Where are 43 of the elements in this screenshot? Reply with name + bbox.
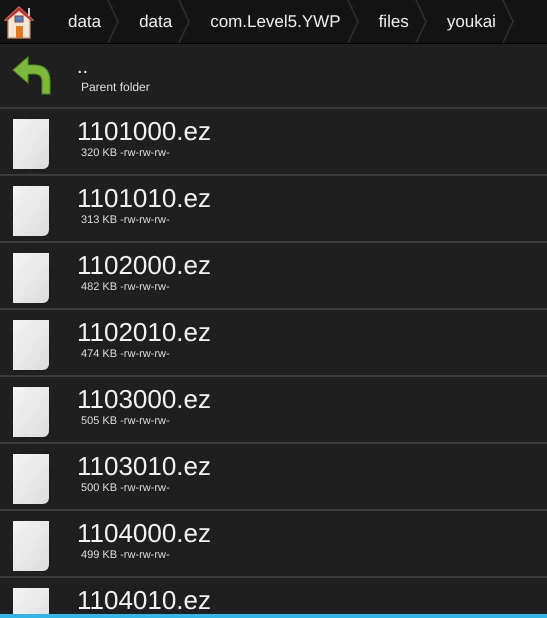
file-row[interactable]: 1101010.ez 313 KB -rw-rw-rw- [0, 176, 547, 243]
breadcrumb[interactable]: com.Level5.YWP [190, 0, 347, 43]
file-detail: 482 KB -rw-rw-rw- [81, 281, 171, 293]
house-icon [4, 4, 34, 38]
parent-folder-row[interactable]: .. Parent folder [0, 44, 547, 109]
file-icon [12, 319, 50, 371]
chevron-icon [502, 0, 514, 43]
file-detail: 313 KB -rw-rw-rw- [81, 214, 171, 226]
file-detail: 505 KB -rw-rw-rw- [81, 415, 171, 427]
file-detail: 474 KB -rw-rw-rw- [81, 348, 171, 360]
file-row[interactable]: 1101000.ez 320 KB -rw-rw-rw- [0, 109, 547, 176]
file-name: 1104000.ez [77, 520, 211, 546]
file-icon [12, 118, 50, 170]
file-detail: Parent folder [81, 80, 150, 94]
file-icon [12, 252, 50, 304]
chevron-icon [346, 0, 359, 43]
file-name: 1102000.ez [77, 252, 211, 278]
file-name: 1103010.ez [77, 453, 211, 479]
chevron-icon [178, 0, 190, 43]
breadcrumb[interactable]: files [358, 0, 415, 43]
file-icon [12, 185, 50, 237]
file-detail: 499 KB -rw-rw-rw- [81, 549, 171, 561]
breadcrumb[interactable]: data [48, 0, 108, 43]
file-name: 1104010.ez [77, 587, 211, 613]
file-icon [12, 453, 50, 505]
file-detail: 320 KB -rw-rw-rw- [81, 147, 171, 159]
file-name: 1101010.ez [77, 185, 211, 211]
file-row[interactable]: 1103010.ez 500 KB -rw-rw-rw- [0, 444, 547, 511]
file-name: 1103000.ez [77, 386, 211, 412]
chevron-icon [107, 0, 120, 43]
file-row[interactable]: 1104000.ez 499 KB -rw-rw-rw- [0, 511, 547, 578]
file-icon [12, 520, 50, 572]
file-icon [12, 386, 50, 438]
file-row[interactable]: 1103000.ez 505 KB -rw-rw-rw- [0, 377, 547, 444]
file-name: 1101000.ez [77, 118, 211, 144]
file-row[interactable]: 1102010.ez 474 KB -rw-rw-rw- [0, 310, 547, 377]
file-name: .. [77, 57, 90, 77]
file-detail: 500 KB -rw-rw-rw- [81, 482, 171, 494]
chevron-icon [414, 0, 427, 43]
breadcrumb[interactable]: youkai [426, 0, 502, 43]
breadcrumb[interactable]: data [119, 0, 178, 43]
file-row[interactable]: 1102000.ez 482 KB -rw-rw-rw- [0, 243, 547, 310]
file-name: 1102010.ez [77, 319, 211, 345]
